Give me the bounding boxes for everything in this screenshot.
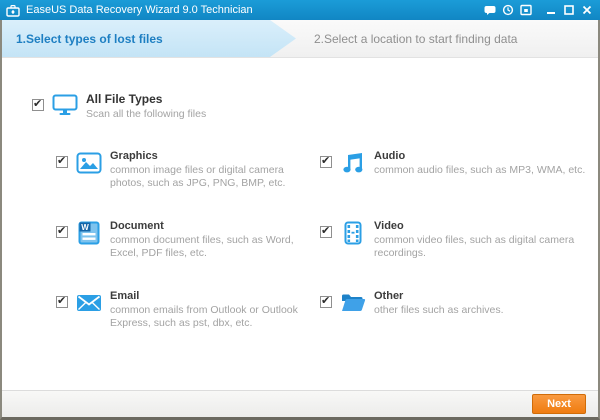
other-description: other files such as archives. (374, 304, 504, 316)
window-title: EaseUS Data Recovery Wizard 9.0 Technici… (26, 4, 253, 16)
email-text: Email common emails from Outlook or Outl… (110, 290, 320, 360)
step-1-label: 1.Select types of lost files (16, 31, 163, 46)
maximize-button[interactable] (561, 3, 576, 18)
all-file-types-subtitle: Scan all the following files (86, 108, 207, 120)
next-button[interactable]: Next (532, 394, 586, 414)
history-clock-icon[interactable] (500, 3, 515, 18)
word-document-icon: W (76, 221, 102, 245)
other-title: Other (374, 290, 404, 302)
email-title: Email (110, 290, 140, 302)
email-checkbox[interactable] (56, 294, 68, 308)
step-tab-2: 2.Select a location to start finding dat… (314, 20, 517, 57)
file-type-grid: Graphics common image files or digital c… (56, 150, 600, 360)
chat-icon[interactable] (482, 3, 497, 18)
audio-checkbox[interactable] (320, 154, 332, 168)
music-notes-icon (340, 151, 366, 175)
audio-text: Audio common audio files, such as MP3, W… (374, 150, 600, 220)
file-type-audio: Audio common audio files, such as MP3, W… (320, 150, 600, 220)
filmstrip-icon (340, 221, 366, 245)
all-file-types-text: All File Types Scan all the following fi… (86, 92, 206, 120)
audio-description: common audio files, such as MP3, WMA, et… (374, 164, 586, 176)
window-body: 1.Select types of lost files 2.Select a … (0, 20, 600, 420)
file-type-email: Email common emails from Outlook or Outl… (56, 290, 320, 360)
video-title: Video (374, 220, 404, 232)
video-checkbox[interactable] (320, 224, 332, 238)
monitor-icon (52, 94, 78, 116)
folder-icon (340, 291, 366, 315)
svg-text:W: W (81, 223, 89, 232)
video-text: Video common video files, such as digita… (374, 220, 600, 290)
graphics-text: Graphics common image files or digital c… (110, 150, 320, 220)
all-file-types-row: All File Types Scan all the following fi… (32, 92, 206, 120)
document-text: Document common document files, such as … (110, 220, 320, 290)
email-description: common emails from Outlook or Outlook Ex… (110, 304, 298, 329)
graphics-title: Graphics (110, 150, 158, 162)
step-2-label: 2.Select a location to start finding dat… (314, 31, 518, 46)
close-button[interactable] (579, 3, 594, 18)
step-tab-1: 1.Select types of lost files (2, 20, 296, 57)
envelope-icon (76, 291, 102, 315)
other-checkbox[interactable] (320, 294, 332, 308)
all-file-types-checkbox[interactable] (32, 97, 44, 111)
picture-icon (76, 151, 102, 175)
document-title: Document (110, 220, 164, 232)
audio-title: Audio (374, 150, 406, 162)
all-file-types-title: All File Types (86, 92, 163, 106)
footer-bar: Next (2, 390, 598, 417)
minimize-button[interactable] (543, 3, 558, 18)
graphics-checkbox[interactable] (56, 154, 68, 168)
file-type-document: W Document common document files, such a… (56, 220, 320, 290)
other-text: Other other files such as archives. (374, 290, 600, 360)
tray-window-icon[interactable] (518, 3, 533, 18)
document-checkbox[interactable] (56, 224, 68, 238)
content-area: All File Types Scan all the following fi… (2, 58, 598, 390)
file-type-other: Other other files such as archives. (320, 290, 600, 360)
app-window: EaseUS Data Recovery Wizard 9.0 Technici… (0, 0, 600, 420)
titlebar: EaseUS Data Recovery Wizard 9.0 Technici… (0, 0, 600, 20)
graphics-description: common image files or digital camera pho… (110, 164, 286, 189)
file-type-video: Video common video files, such as digita… (320, 220, 600, 290)
wizard-steps: 1.Select types of lost files 2.Select a … (2, 20, 598, 58)
video-description: common video files, such as digital came… (374, 234, 575, 259)
app-toolbox-icon (6, 4, 20, 17)
file-type-graphics: Graphics common image files or digital c… (56, 150, 320, 220)
document-description: common document files, such as Word, Exc… (110, 234, 294, 259)
